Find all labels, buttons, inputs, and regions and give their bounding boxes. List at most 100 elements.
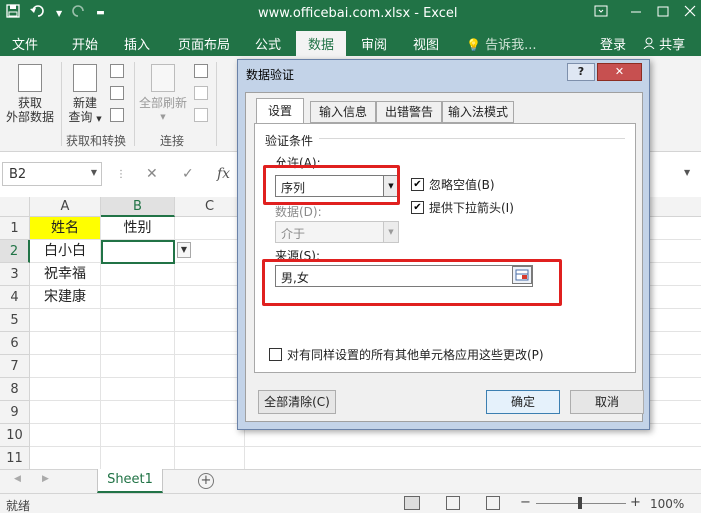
cell-a10[interactable] — [30, 424, 101, 447]
new-query-button[interactable]: 新建 查询 ▼ — [64, 64, 106, 126]
tell-me-box[interactable]: 💡 告诉我... — [466, 34, 537, 53]
cell-b8[interactable] — [101, 378, 175, 401]
column-header-b[interactable]: B — [101, 197, 175, 217]
share-button[interactable]: 共享 — [643, 34, 685, 53]
cell-dropdown-button[interactable]: ▼ — [177, 242, 191, 258]
cell-c5[interactable] — [175, 309, 245, 332]
cell-c10[interactable] — [175, 424, 245, 447]
in-cell-dropdown-label[interactable]: 提供下拉箭头(I) — [429, 199, 514, 216]
row-header[interactable]: 7 — [0, 355, 30, 378]
row-header[interactable]: 8 — [0, 378, 30, 401]
cell-c4[interactable] — [175, 286, 245, 309]
tab-view[interactable]: 视图 — [413, 34, 439, 53]
apply-all-checkbox[interactable] — [269, 348, 282, 361]
select-all-corner[interactable] — [0, 197, 30, 217]
row-header[interactable]: 6 — [0, 332, 30, 355]
cell-a11[interactable] — [30, 447, 101, 469]
cell-b3[interactable] — [101, 263, 175, 286]
edit-links-icon[interactable] — [194, 108, 208, 122]
enter-icon[interactable]: ✓ — [182, 166, 194, 182]
cell-a7[interactable] — [30, 355, 101, 378]
cell-c8[interactable] — [175, 378, 245, 401]
redo-icon[interactable] — [72, 4, 86, 22]
zoom-slider-thumb[interactable] — [578, 497, 582, 509]
cell-b5[interactable] — [101, 309, 175, 332]
refresh-all-button[interactable]: 全部刷新 ▼ — [136, 64, 190, 124]
clear-all-button[interactable]: 全部清除(C) — [258, 390, 336, 414]
tab-formulas[interactable]: 公式 — [255, 34, 281, 53]
from-table-icon[interactable] — [110, 86, 124, 100]
in-cell-dropdown-checkbox[interactable]: ✔ — [411, 201, 424, 214]
row-header[interactable]: 1 — [0, 217, 30, 240]
cell-c3[interactable] — [175, 263, 245, 286]
tab-ime-mode[interactable]: 输入法模式 — [442, 101, 514, 123]
cell-a4[interactable]: 宋建康 — [30, 286, 101, 309]
login-link[interactable]: 登录 — [600, 34, 626, 53]
get-external-data-button[interactable]: 获取 外部数据 — [4, 64, 56, 124]
cell-c6[interactable] — [175, 332, 245, 355]
zoom-out-icon[interactable]: − — [520, 495, 531, 510]
ignore-blank-checkbox[interactable]: ✔ — [411, 178, 424, 191]
cell-b11[interactable] — [101, 447, 175, 469]
tab-page-layout[interactable]: 页面布局 — [178, 34, 230, 53]
cell-b1[interactable]: 性别 — [101, 217, 175, 240]
apply-all-label[interactable]: 对有同样设置的所有其他单元格应用这些更改(P) — [287, 346, 544, 363]
column-header-a[interactable]: A — [30, 197, 101, 217]
cancel-button[interactable]: 取消 — [570, 390, 644, 414]
undo-dropdown-icon[interactable]: ▼ — [56, 9, 62, 18]
connections-icon[interactable] — [194, 64, 208, 78]
row-header[interactable]: 5 — [0, 309, 30, 332]
add-sheet-icon[interactable]: + — [198, 473, 214, 489]
restore-icon[interactable] — [657, 4, 669, 22]
cell-b4[interactable] — [101, 286, 175, 309]
cell-a2[interactable]: 白小白 — [30, 240, 101, 263]
cell-a6[interactable] — [30, 332, 101, 355]
row-header[interactable]: 10 — [0, 424, 30, 447]
cell-b9[interactable] — [101, 401, 175, 424]
show-queries-icon[interactable] — [110, 64, 124, 78]
cell-c1[interactable] — [175, 217, 245, 240]
row-header[interactable]: 3 — [0, 263, 30, 286]
normal-view-icon[interactable] — [404, 496, 420, 510]
undo-icon[interactable] — [30, 4, 46, 22]
tab-home[interactable]: 开始 — [72, 34, 98, 53]
page-break-view-icon[interactable] — [486, 496, 500, 510]
sheet-tab-sheet1[interactable]: Sheet1 — [97, 469, 163, 493]
cell-b10[interactable] — [101, 424, 175, 447]
tab-file[interactable]: 文件 — [12, 34, 38, 53]
save-icon[interactable] — [6, 4, 20, 22]
properties-icon[interactable] — [194, 86, 208, 100]
cell-c7[interactable] — [175, 355, 245, 378]
name-box[interactable]: B2 ▼ — [2, 162, 102, 186]
cell-b6[interactable] — [101, 332, 175, 355]
cell-c11[interactable] — [175, 447, 245, 469]
cell-a9[interactable] — [30, 401, 101, 424]
tab-review[interactable]: 审阅 — [361, 34, 387, 53]
tab-settings[interactable]: 设置 — [256, 98, 304, 124]
scroll-right-icon[interactable]: ▶ — [42, 474, 49, 484]
tab-insert[interactable]: 插入 — [124, 34, 150, 53]
tab-error-alert[interactable]: 出错警告 — [376, 101, 442, 123]
row-header[interactable]: 4 — [0, 286, 30, 309]
recent-sources-icon[interactable] — [110, 108, 124, 122]
chevron-down-icon[interactable]: ▼ — [91, 168, 97, 177]
chevron-down-icon[interactable]: ▼ — [383, 222, 398, 242]
cell-a3[interactable]: 祝幸福 — [30, 263, 101, 286]
cell-a8[interactable] — [30, 378, 101, 401]
help-button[interactable]: ? — [567, 63, 595, 81]
ribbon-display-icon[interactable] — [594, 4, 608, 22]
cell-b7[interactable] — [101, 355, 175, 378]
close-icon[interactable] — [684, 4, 696, 22]
cell-a5[interactable] — [30, 309, 101, 332]
column-header-c[interactable]: C — [175, 197, 245, 217]
insert-function-icon[interactable]: fx — [217, 166, 230, 182]
page-layout-view-icon[interactable] — [446, 496, 460, 510]
row-header[interactable]: 2 — [0, 240, 30, 263]
zoom-in-icon[interactable]: + — [630, 495, 641, 510]
row-header[interactable]: 11 — [0, 447, 30, 469]
customize-qat-icon[interactable]: ▬ — [96, 8, 105, 18]
cell-a1[interactable]: 姓名 — [30, 217, 101, 240]
cancel-entry-icon[interactable]: ✕ — [146, 166, 158, 182]
zoom-level[interactable]: 100% — [650, 497, 684, 511]
ignore-blank-label[interactable]: 忽略空值(B) — [429, 176, 495, 193]
